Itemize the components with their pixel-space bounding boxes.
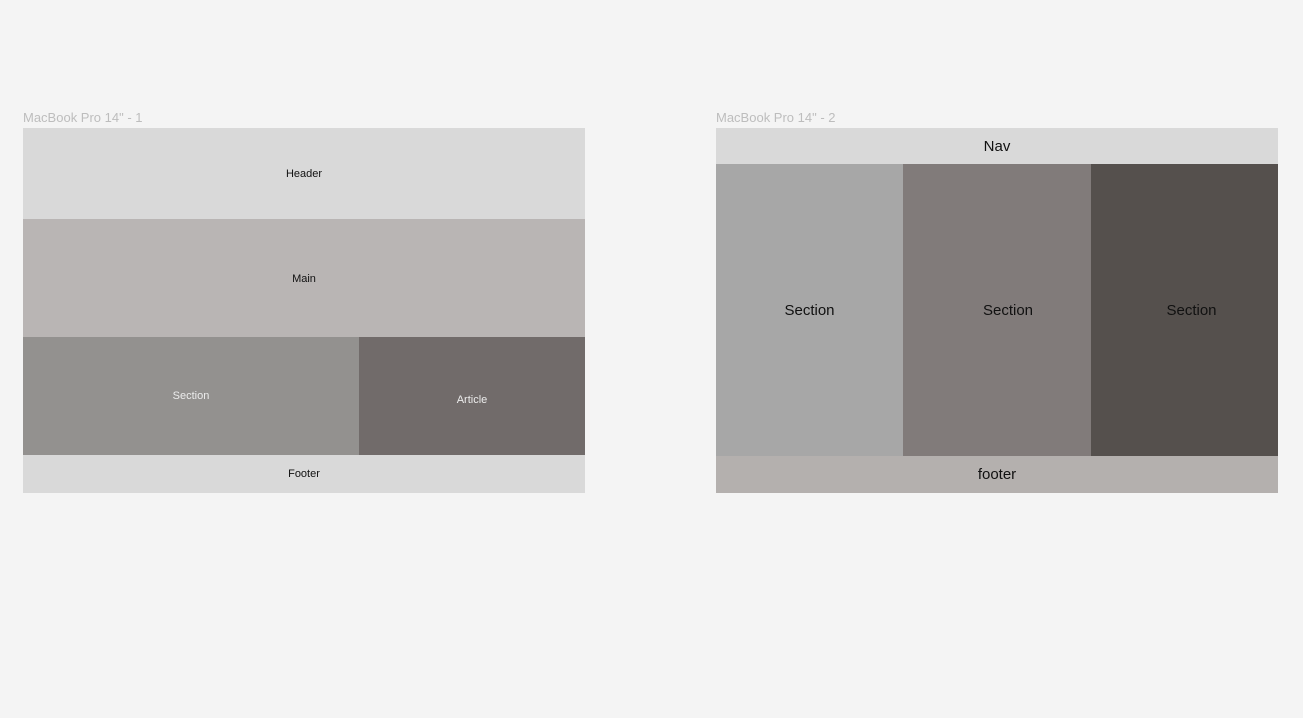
frame-title[interactable]: MacBook Pro 14" - 1 [23,110,143,126]
main-block[interactable]: Main [23,219,585,337]
frame-title[interactable]: MacBook Pro 14" - 2 [716,110,836,126]
nav-label: Nav [983,137,1011,155]
section-label: Section [172,390,210,402]
header-block[interactable]: Header [23,128,585,219]
frame-macbook-pro-14-2[interactable]: Nav Section Section Section footer [716,128,1278,493]
section-block-2[interactable]: Section [903,164,1091,456]
main-label: Main [292,273,316,285]
section-label: Section [784,301,835,319]
frame-macbook-pro-14-1[interactable]: Header Main Section Article Footer [23,128,585,493]
footer-label: footer [977,466,1017,483]
footer-label: Footer [288,468,320,480]
section-block-3[interactable]: Section [1091,164,1278,456]
section-label: Section [1166,301,1217,319]
article-block[interactable]: Article [359,337,585,455]
section-block[interactable]: Section [23,337,359,455]
header-label: Header [285,167,323,180]
footer-block[interactable]: Footer [23,455,585,493]
nav-block[interactable]: Nav [716,128,1278,164]
footer-block[interactable]: footer [716,456,1278,493]
section-label: Section [982,301,1034,319]
article-label: Article [456,394,488,406]
section-block-1[interactable]: Section [716,164,903,456]
